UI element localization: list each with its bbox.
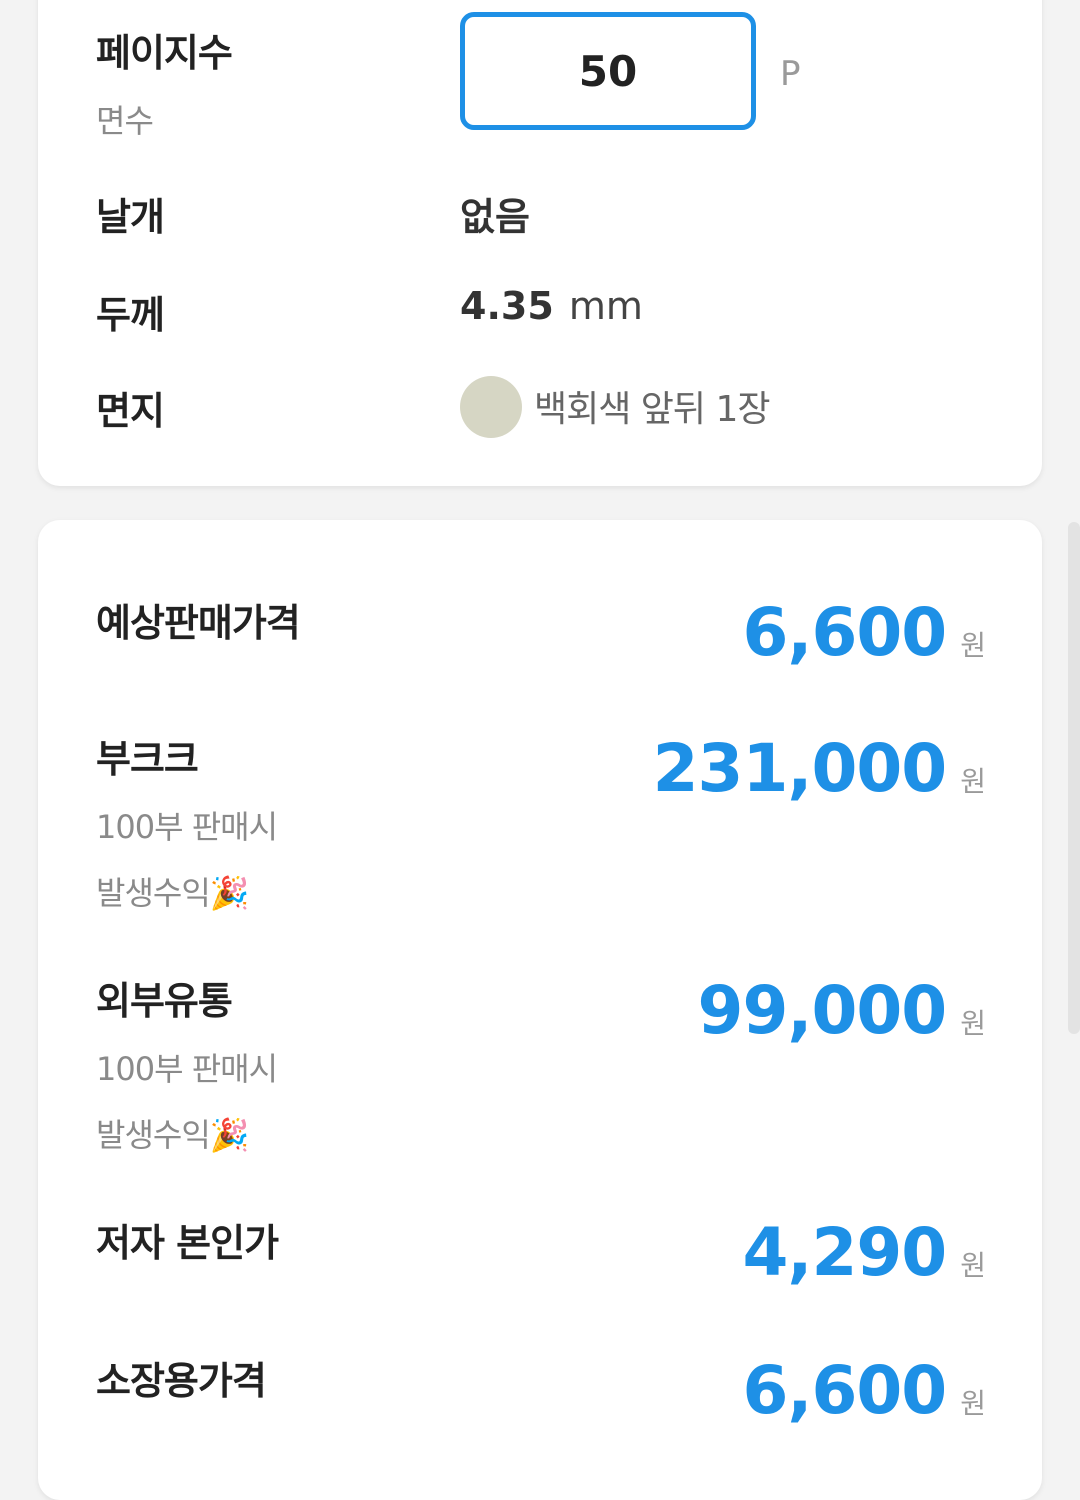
bookk-price-unit: 원 [960,765,986,798]
author-price-value: 4,290 [742,1214,947,1291]
pages-label: 페이지수 [96,31,233,75]
author-price-label: 저자 본인가 [96,1221,279,1265]
pages-unit: P [780,54,801,94]
wings-value: 없음 [460,195,530,239]
thickness-value: 4.35 [460,284,554,328]
collector-price-row: 6,600 원 [742,1352,986,1429]
pages-value: 50 [578,46,638,96]
expected-price-label: 예상판매가격 [96,601,301,645]
price-card: 예상판매가격 6,600 원 부크크 100부 판매시 발생수익🎉 231,00… [38,520,1042,1500]
author-price-row: 4,290 원 [742,1214,986,1291]
pages-sublabel: 면수 [96,102,154,140]
endpaper-label: 면지 [96,389,165,433]
author-price-unit: 원 [960,1249,986,1282]
external-price-value: 99,000 [697,972,948,1049]
external-price-unit: 원 [960,1007,986,1040]
bookk-sub2: 발생수익🎉 [96,874,250,912]
wings-label: 날개 [96,195,165,239]
scrollbar[interactable] [1068,522,1080,1034]
external-price-row: 99,000 원 [698,972,986,1049]
endpaper-value: 백회색 앞뒤 1장 [534,389,771,430]
collector-price-label: 소장용가격 [96,1359,267,1403]
thickness-unit: mm [568,284,643,328]
bookk-price-row: 231,000 원 [653,730,986,807]
endpaper-color-swatch [460,376,522,438]
bookk-label: 부크크 [96,737,199,781]
collector-price-unit: 원 [960,1387,986,1420]
expected-price-row: 6,600 원 [742,594,986,671]
external-sub2: 발생수익🎉 [96,1116,250,1154]
pages-input[interactable]: 50 [460,12,756,130]
thickness-value-group: 4.35 mm [460,284,643,328]
external-sub1: 100부 판매시 [96,1050,278,1088]
bookk-price-value: 231,000 [652,730,948,807]
expected-price-value: 6,600 [742,594,947,671]
collector-price-value: 6,600 [742,1352,947,1429]
external-label: 외부유통 [96,979,233,1023]
thickness-label: 두께 [96,293,165,337]
bookk-sub1: 100부 판매시 [96,808,278,846]
expected-price-unit: 원 [960,629,986,662]
book-spec-card: 페이지수 면수 50 P 날개 없음 두께 4.35 mm 면지 백회색 앞뒤 … [38,0,1042,486]
